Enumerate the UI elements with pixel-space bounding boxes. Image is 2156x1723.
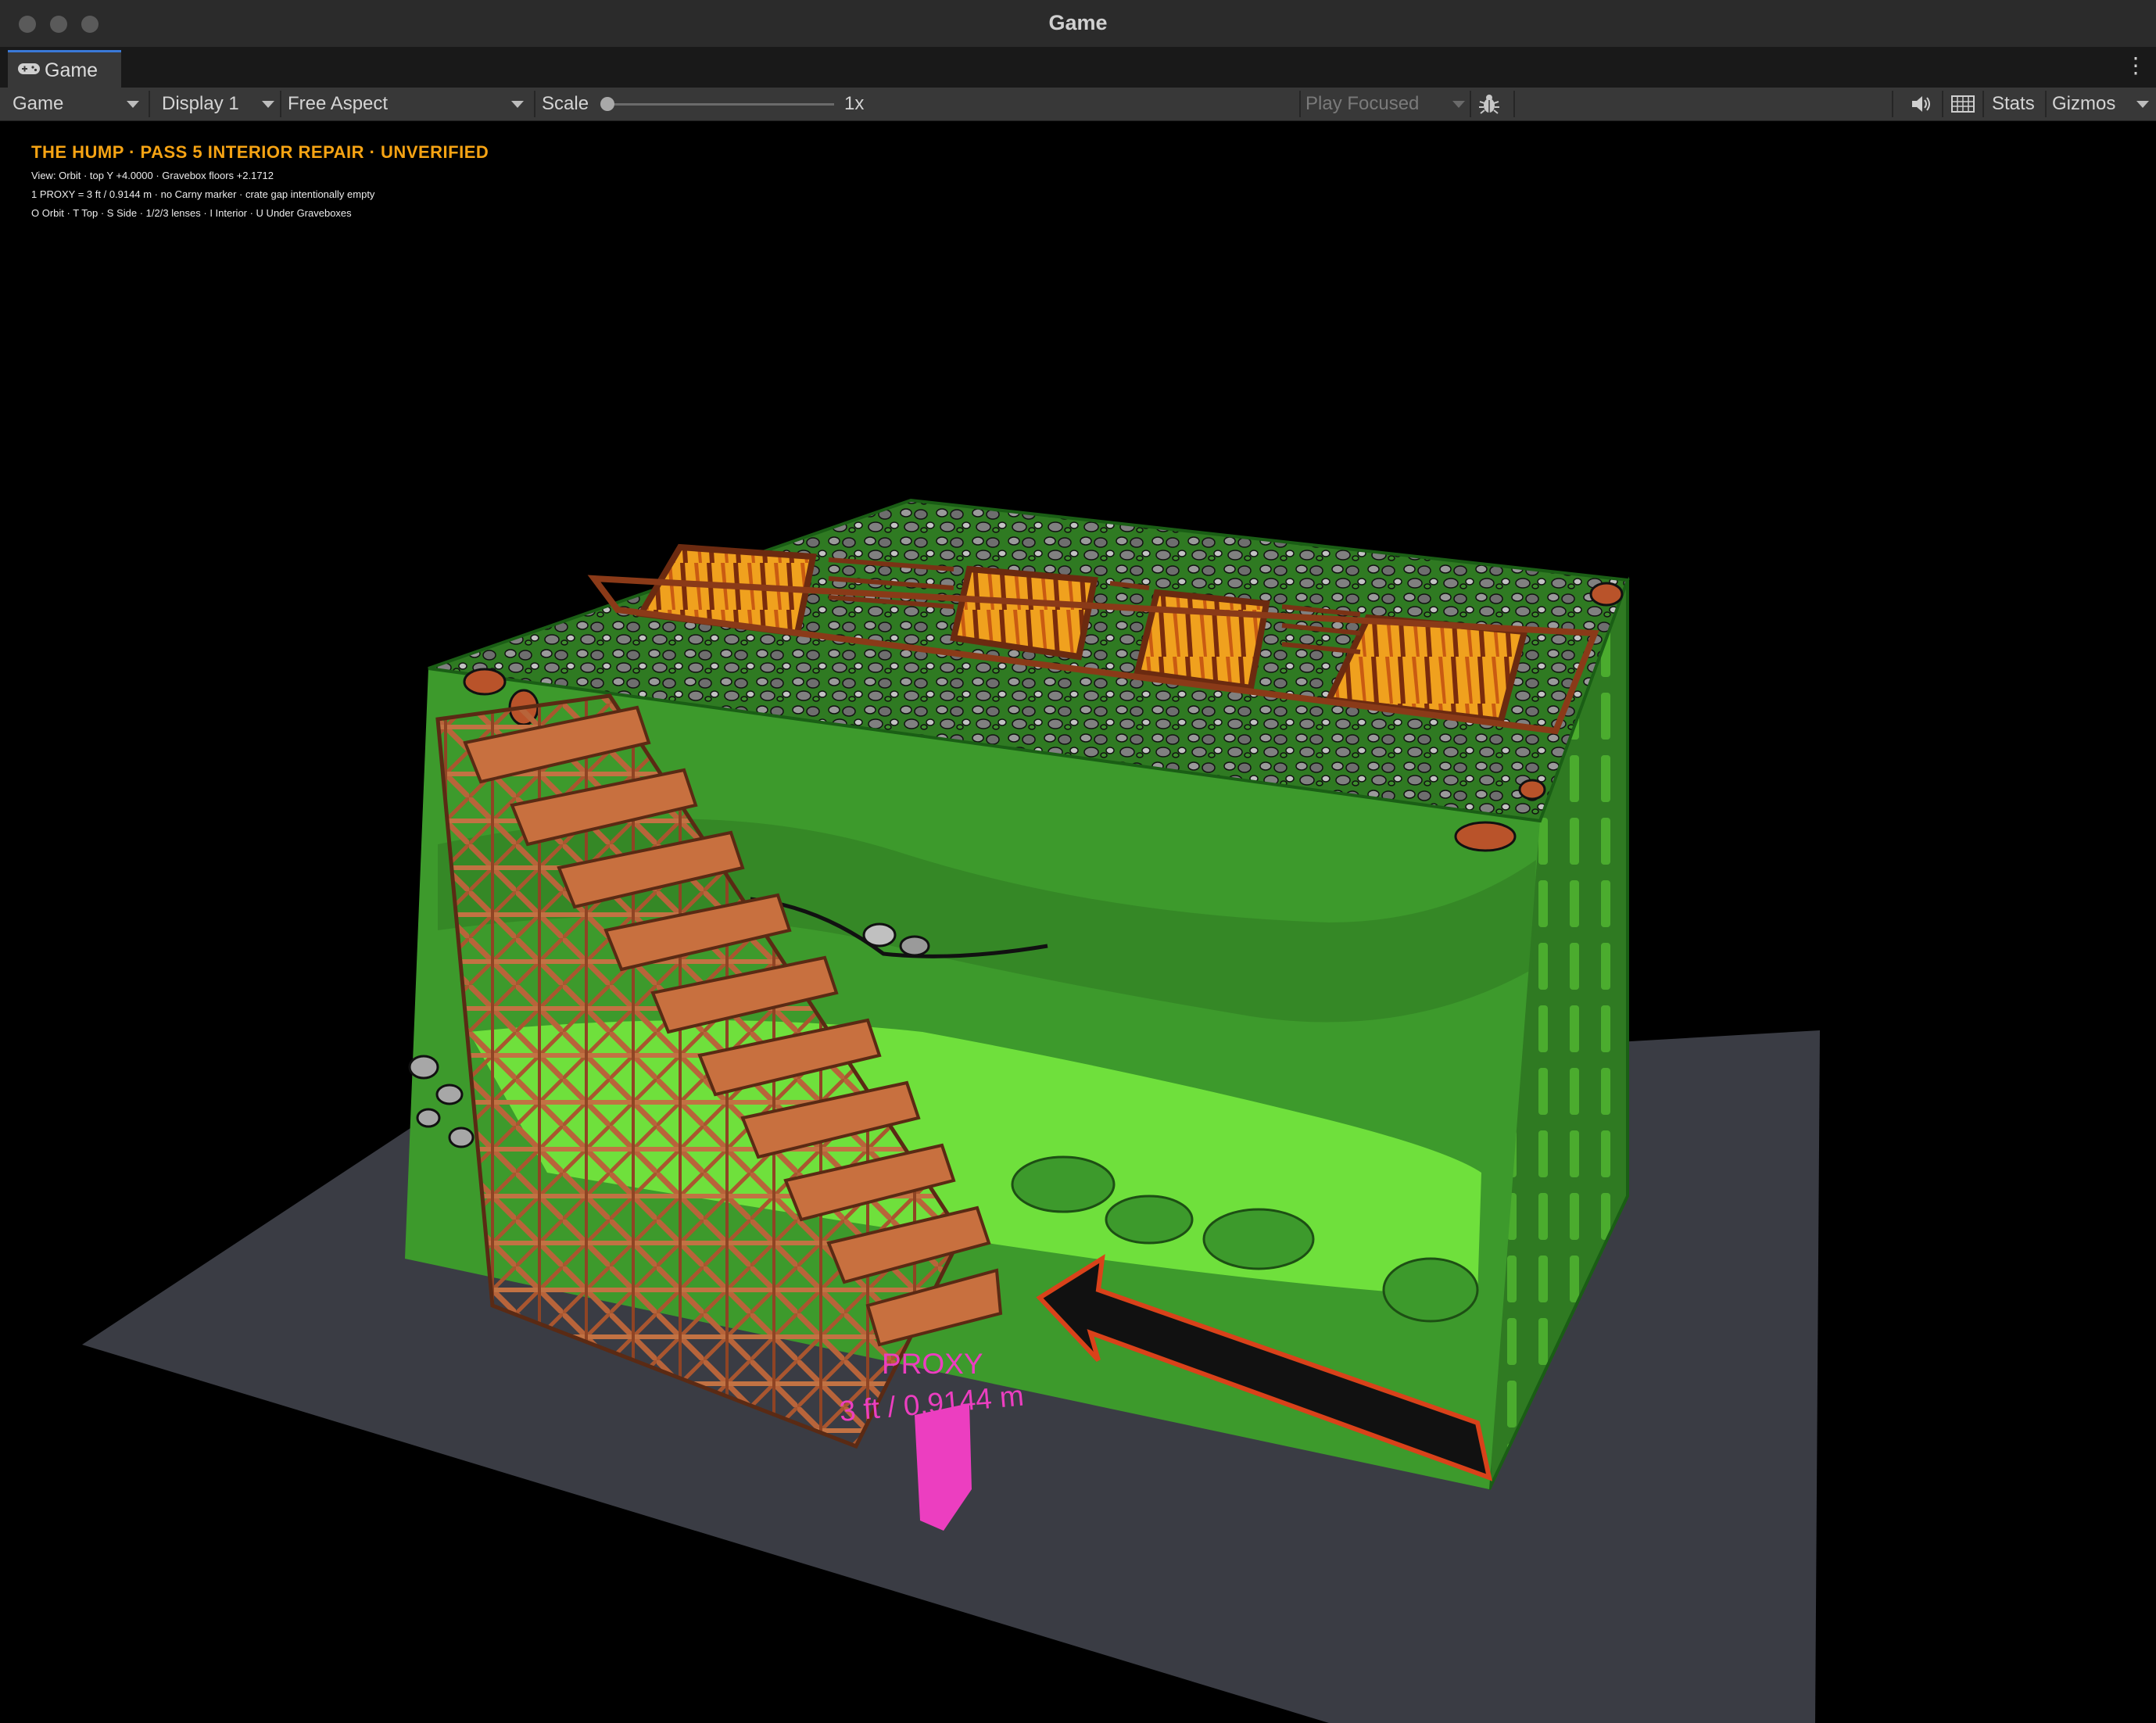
proxy-label: PROXY bbox=[882, 1348, 983, 1380]
debug-hud: THE HUMP · PASS 5 INTERIOR REPAIR · UNVE… bbox=[31, 142, 489, 219]
game-window: Game Game ⋮ Game Display 1 Free Aspect S… bbox=[0, 0, 2156, 1723]
hud-proxy-info: 1 PROXY = 3 ft / 0.9144 m · no Carny mar… bbox=[31, 188, 375, 200]
hud-title: THE HUMP · PASS 5 INTERIOR REPAIR · UNVE… bbox=[31, 142, 489, 162]
hud-view-info: View: Orbit · top Y +4.0000 · Gravebox f… bbox=[31, 170, 274, 181]
hud-key-help: O Orbit · T Top · S Side · 1/2/3 lenses … bbox=[31, 207, 352, 219]
grave-pit bbox=[950, 565, 1098, 661]
scene-render: PROXY 3 ft / 0.9144 m bbox=[82, 498, 1820, 1723]
